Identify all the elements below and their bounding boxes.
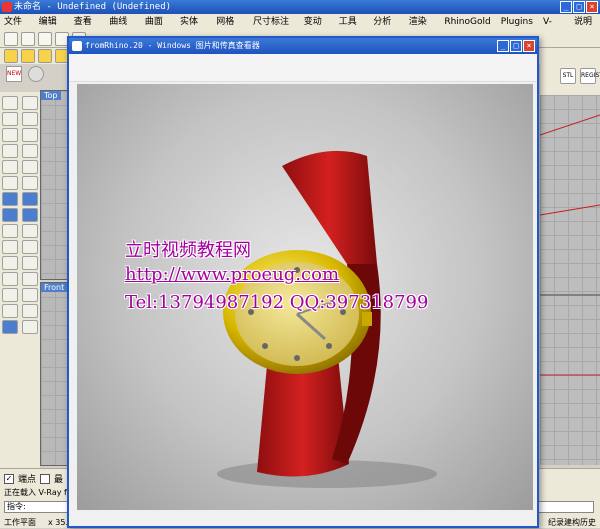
mirror-icon[interactable] bbox=[22, 304, 38, 318]
viewer-maximize-button[interactable]: □ bbox=[510, 40, 522, 52]
close-button[interactable]: × bbox=[586, 1, 598, 13]
box-solid-icon[interactable] bbox=[2, 192, 18, 206]
analyze-icon[interactable] bbox=[22, 320, 38, 334]
menu-plugins[interactable]: Plugins bbox=[501, 14, 533, 30]
window-controls: _ □ × bbox=[560, 1, 598, 13]
viewer-minimize-button[interactable]: _ bbox=[497, 40, 509, 52]
tag-add-icon[interactable] bbox=[21, 49, 35, 63]
stl-export-button[interactable]: STL bbox=[560, 68, 576, 84]
new-file-icon[interactable] bbox=[4, 32, 18, 46]
menu-edit[interactable]: 编辑(E) bbox=[39, 14, 64, 43]
split-icon[interactable] bbox=[2, 240, 18, 254]
explode-icon[interactable] bbox=[2, 256, 18, 270]
gem-icon[interactable] bbox=[28, 66, 44, 82]
menu-analyze[interactable]: 分析(A) bbox=[373, 14, 398, 43]
viewport-top[interactable]: Top bbox=[40, 90, 68, 280]
offset-icon[interactable] bbox=[2, 176, 18, 190]
image-viewer-icon bbox=[72, 41, 82, 51]
osnap-bar: ✓ 端点 最 bbox=[4, 472, 63, 485]
menu-view[interactable]: 查看(V) bbox=[74, 14, 99, 43]
app-title: 未命名 - Undefined (Undefined) bbox=[14, 2, 172, 12]
image-viewer-footer bbox=[69, 512, 537, 526]
array-icon[interactable] bbox=[2, 304, 18, 318]
register-button[interactable]: REGISTER bbox=[580, 68, 600, 84]
image-viewer-window: fromRhino.20 - Windows 图片和传真查看器 _ □ × 立时… bbox=[67, 36, 539, 528]
menu-transform[interactable]: 变动(T) bbox=[304, 14, 329, 43]
menu-tools[interactable]: 工具(L) bbox=[339, 14, 364, 43]
surface-icon[interactable] bbox=[2, 208, 18, 222]
circle-icon[interactable] bbox=[2, 128, 18, 142]
osnap-near-label: 最 bbox=[54, 475, 64, 485]
maximize-button[interactable]: □ bbox=[573, 1, 585, 13]
rectangle-icon[interactable] bbox=[22, 144, 38, 158]
rhino-app-icon bbox=[2, 2, 12, 12]
image-viewer-titlebar: fromRhino.20 - Windows 图片和传真查看器 _ □ × bbox=[69, 38, 537, 54]
menu-vray[interactable]: V-Ray bbox=[543, 14, 564, 43]
status-plane[interactable]: 工作平面 bbox=[4, 516, 36, 529]
menu-file[interactable]: 文件(F) bbox=[4, 14, 29, 43]
ellipse-icon[interactable] bbox=[22, 128, 38, 142]
osnap-end-label: 端点 bbox=[18, 475, 37, 485]
dimension-icon[interactable] bbox=[22, 288, 38, 302]
menu-mesh[interactable]: 网格(M) bbox=[216, 14, 243, 43]
polyline-icon[interactable] bbox=[2, 112, 18, 126]
watermark-url: http://www.proeug.com bbox=[125, 264, 340, 285]
menu-rhinogold[interactable]: RhinoGold bbox=[444, 14, 490, 30]
menu-surface[interactable]: 曲面(S) bbox=[145, 14, 170, 43]
open-folder-icon[interactable] bbox=[21, 32, 35, 46]
menu-render[interactable]: 渲染(R) bbox=[409, 14, 435, 43]
tag-icon[interactable] bbox=[4, 49, 18, 63]
image-viewer-header bbox=[69, 54, 537, 82]
viewport-right[interactable] bbox=[539, 95, 600, 465]
curve-icon[interactable] bbox=[22, 112, 38, 126]
watermark-contact: Tel:13794987192 QQ:397318799 bbox=[125, 292, 429, 313]
viewport-front[interactable]: Front bbox=[40, 282, 68, 466]
scale-icon[interactable] bbox=[22, 272, 38, 286]
rotate-icon[interactable] bbox=[2, 272, 18, 286]
loft-icon[interactable] bbox=[22, 208, 38, 222]
menu-bar: 文件(F) 编辑(E) 查看(V) 曲线(C) 曲面(S) 实体(O) 网格(M… bbox=[0, 14, 600, 43]
viewport-front-label[interactable]: Front bbox=[41, 283, 67, 292]
app-titlebar: 未命名 - Undefined (Undefined) _ □ × bbox=[0, 0, 600, 14]
move-icon[interactable] bbox=[22, 256, 38, 270]
left-tool-palette bbox=[0, 92, 40, 492]
command-label: 指令: bbox=[7, 502, 26, 511]
viewport-axes bbox=[539, 114, 600, 376]
text-icon[interactable] bbox=[2, 288, 18, 302]
arc-icon[interactable] bbox=[2, 144, 18, 158]
watch-render-image: 立时视频教程网 http://www.proeug.com Tel:137949… bbox=[77, 84, 533, 510]
osnap-end-checkbox[interactable]: ✓ bbox=[4, 473, 14, 484]
record-history-toggle[interactable]: 纪录建构历史 bbox=[548, 516, 596, 529]
minimize-button[interactable]: _ bbox=[560, 1, 572, 13]
menu-solid[interactable]: 实体(O) bbox=[180, 14, 206, 43]
viewer-close-button[interactable]: × bbox=[523, 40, 535, 52]
new-doc-button[interactable]: NEW bbox=[6, 66, 22, 82]
join-icon[interactable] bbox=[22, 240, 38, 254]
image-viewer-controls: _ □ × bbox=[497, 40, 535, 52]
render-icon[interactable] bbox=[2, 320, 18, 334]
osnap-near-checkbox[interactable] bbox=[40, 473, 51, 484]
select-arrow-icon[interactable] bbox=[2, 96, 18, 110]
menu-help[interactable]: 说明(H) bbox=[574, 14, 600, 43]
image-viewer-title: fromRhino.20 - Windows 图片和传真查看器 bbox=[85, 41, 260, 50]
extend-icon[interactable] bbox=[22, 176, 38, 190]
save-icon[interactable] bbox=[38, 32, 52, 46]
menu-dimension[interactable]: 尺寸标注(D) bbox=[253, 14, 294, 43]
menu-curve[interactable]: 曲线(C) bbox=[109, 14, 135, 43]
polygon-icon[interactable] bbox=[2, 160, 18, 174]
watermark-site-name: 立时视频教程网 bbox=[125, 240, 251, 261]
fillet-icon[interactable] bbox=[22, 160, 38, 174]
viewport-top-label[interactable]: Top bbox=[41, 91, 61, 100]
trim-icon[interactable] bbox=[22, 224, 38, 238]
point-icon[interactable] bbox=[22, 96, 38, 110]
tag-edit-icon[interactable] bbox=[38, 49, 52, 63]
sphere-solid-icon[interactable] bbox=[22, 192, 38, 206]
boolean-icon[interactable] bbox=[2, 224, 18, 238]
loading-message: 正在载入 V-Ray f bbox=[4, 488, 67, 497]
